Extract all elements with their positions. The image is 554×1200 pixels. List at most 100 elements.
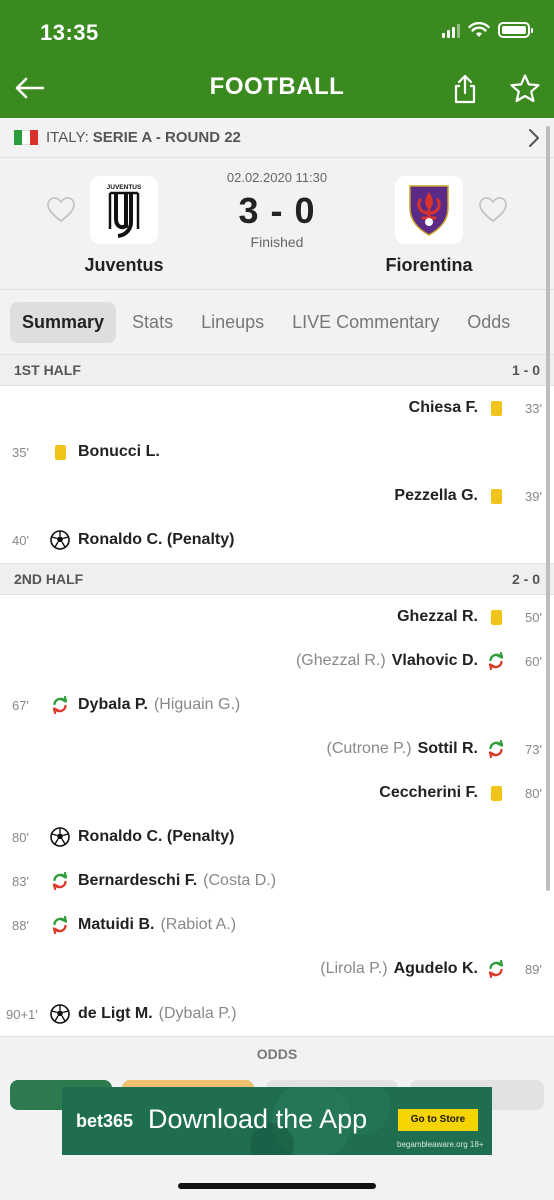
fiorentina-logo <box>395 176 463 244</box>
match-event: (Ghezzal R.) Vlahovic D. 60' <box>0 639 554 683</box>
substitution-icon <box>52 916 68 934</box>
substitution-icon <box>488 740 504 758</box>
first-half-score: 1 - 0 <box>511 362 540 378</box>
star-icon <box>510 74 540 103</box>
event-sub-out: (Costa D.) <box>203 872 277 889</box>
match-event: Ghezzal R. 50' <box>0 595 554 639</box>
event-player: Ghezzal R. <box>397 608 478 625</box>
match-summary-screen: 13:35 FOOTBALL ITALY: SERIE A - ROUND 22… <box>0 0 554 1200</box>
wifi-icon <box>468 22 490 37</box>
match-event: Chiesa F. 33' <box>0 386 554 430</box>
tab-odds[interactable]: Odds <box>455 302 522 343</box>
match-event: 67' Dybala P. (Higuain G.) <box>0 683 554 727</box>
match-datetime: 02.02.2020 11:30 <box>226 170 328 185</box>
event-minute: 35' <box>12 444 29 460</box>
yellow-card-icon <box>490 488 502 504</box>
app-header: 13:35 FOOTBALL <box>0 0 554 118</box>
share-icon <box>454 74 476 104</box>
event-player: Pezzella G. <box>394 487 478 504</box>
event-player: Bernardeschi F. <box>78 872 198 889</box>
event-player: Ronaldo C. (Penalty) <box>78 828 235 845</box>
match-event: 40' Ronaldo C. (Penalty) <box>0 518 554 562</box>
ad-banner[interactable]: bet365 Download the App Go to Store bega… <box>62 1087 492 1155</box>
match-event: 83' Bernardeschi F. (Costa D.) <box>0 859 554 903</box>
event-minute: 67' <box>12 697 29 713</box>
cell-signal-icon <box>442 22 460 38</box>
ad-brand: bet365 <box>76 1111 134 1131</box>
tab-live-commentary[interactable]: LIVE Commentary <box>280 302 451 343</box>
tab-stats[interactable]: Stats <box>120 302 185 343</box>
event-player: Chiesa F. <box>408 399 478 416</box>
substitution-icon <box>52 696 68 714</box>
yellow-card-icon <box>54 444 66 460</box>
event-minute: 40' <box>12 532 29 548</box>
italy-flag-icon <box>14 130 38 145</box>
event-player: Ceccherini F. <box>379 784 478 801</box>
event-player: Ronaldo C. (Penalty) <box>78 531 235 548</box>
soccer-ball-icon <box>50 530 70 550</box>
first-half-header: 1ST HALF 1 - 0 <box>0 354 554 386</box>
tab-summary[interactable]: Summary <box>10 301 117 343</box>
home-indicator[interactable] <box>178 1183 376 1189</box>
scrollbar[interactable] <box>546 126 550 891</box>
substitution-icon <box>488 652 504 670</box>
status-icons <box>442 22 533 38</box>
favorite-away-button[interactable] <box>478 196 508 224</box>
favorite-star-button[interactable] <box>508 72 542 106</box>
event-player: Agudelo K. <box>393 960 478 977</box>
ad-headline: Download the App <box>148 1104 368 1134</box>
event-player: Dybala P. <box>78 696 148 713</box>
event-sub-out: (Dybala P.) <box>158 1005 237 1022</box>
match-event: (Lirola P.) Agudelo K. 89' <box>0 947 554 991</box>
event-player: Matuidi B. <box>78 916 155 933</box>
chevron-right-icon <box>529 129 539 147</box>
event-player: Vlahovic D. <box>391 652 478 669</box>
league-name: SERIE A - ROUND 22 <box>92 129 241 146</box>
match-event: 88' Matuidi B. (Rabiot A.) <box>0 903 554 947</box>
share-button[interactable] <box>450 72 480 106</box>
event-sub-out: (Ghezzal R.) <box>295 652 386 669</box>
match-event: 35' Bonucci L. <box>0 430 554 474</box>
first-half-label: 1ST HALF <box>14 362 81 378</box>
event-sub-out: (Higuain G.) <box>153 696 241 713</box>
match-tabs: Summary Stats Lineups LIVE Commentary Od… <box>0 290 554 354</box>
second-half-header: 2ND HALF 2 - 0 <box>0 563 554 595</box>
match-score: 3 - 0 <box>238 190 316 231</box>
match-header: JUVENTUS Juventus 02.02.2020 11:30 3 - 0… <box>0 158 554 290</box>
event-sub-out: (Rabiot A.) <box>160 916 237 933</box>
event-minute: 80' <box>12 829 29 845</box>
match-event: (Cutrone P.) Sottil R. 73' <box>0 727 554 771</box>
odds-header: ODDS <box>0 1036 554 1070</box>
battery-icon <box>498 22 533 38</box>
status-time: 13:35 <box>40 20 99 45</box>
match-event: Pezzella G. 39' <box>0 474 554 518</box>
second-half-score: 2 - 0 <box>511 571 540 587</box>
match-status: Finished <box>250 234 304 250</box>
event-minute: 88' <box>12 917 29 933</box>
home-team-name[interactable]: Juventus <box>44 255 204 276</box>
event-player: de Ligt M. <box>78 1005 153 1022</box>
yellow-card-icon <box>490 400 502 416</box>
yellow-card-icon <box>490 609 502 625</box>
match-event: Ceccherini F. 80' <box>0 771 554 815</box>
ad-cta-button[interactable]: Go to Store <box>398 1109 478 1131</box>
event-minute: 89' <box>525 961 542 977</box>
event-sub-out: (Lirola P.) <box>320 960 388 977</box>
league-row[interactable]: ITALY: SERIE A - ROUND 22 <box>0 118 554 158</box>
tab-lineups[interactable]: Lineups <box>189 302 276 343</box>
event-player: Sottil R. <box>417 740 478 757</box>
away-team-name[interactable]: Fiorentina <box>349 255 509 276</box>
yellow-card-icon <box>490 785 502 801</box>
second-half-label: 2ND HALF <box>14 571 84 587</box>
match-event: 90+1' de Ligt M. (Dybala P.) <box>0 992 554 1036</box>
heart-icon <box>479 197 507 222</box>
event-minute: 83' <box>12 873 29 889</box>
ad-footnote: begambleaware.org 18+ <box>397 1140 484 1149</box>
event-sub-out: (Cutrone P.) <box>326 740 412 757</box>
soccer-ball-icon <box>50 827 70 847</box>
substitution-icon <box>488 960 504 978</box>
substitution-icon <box>52 872 68 890</box>
event-player: Bonucci L. <box>78 443 160 460</box>
event-minute: 90+1' <box>6 1006 38 1022</box>
match-event: 80' Ronaldo C. (Penalty) <box>0 815 554 859</box>
